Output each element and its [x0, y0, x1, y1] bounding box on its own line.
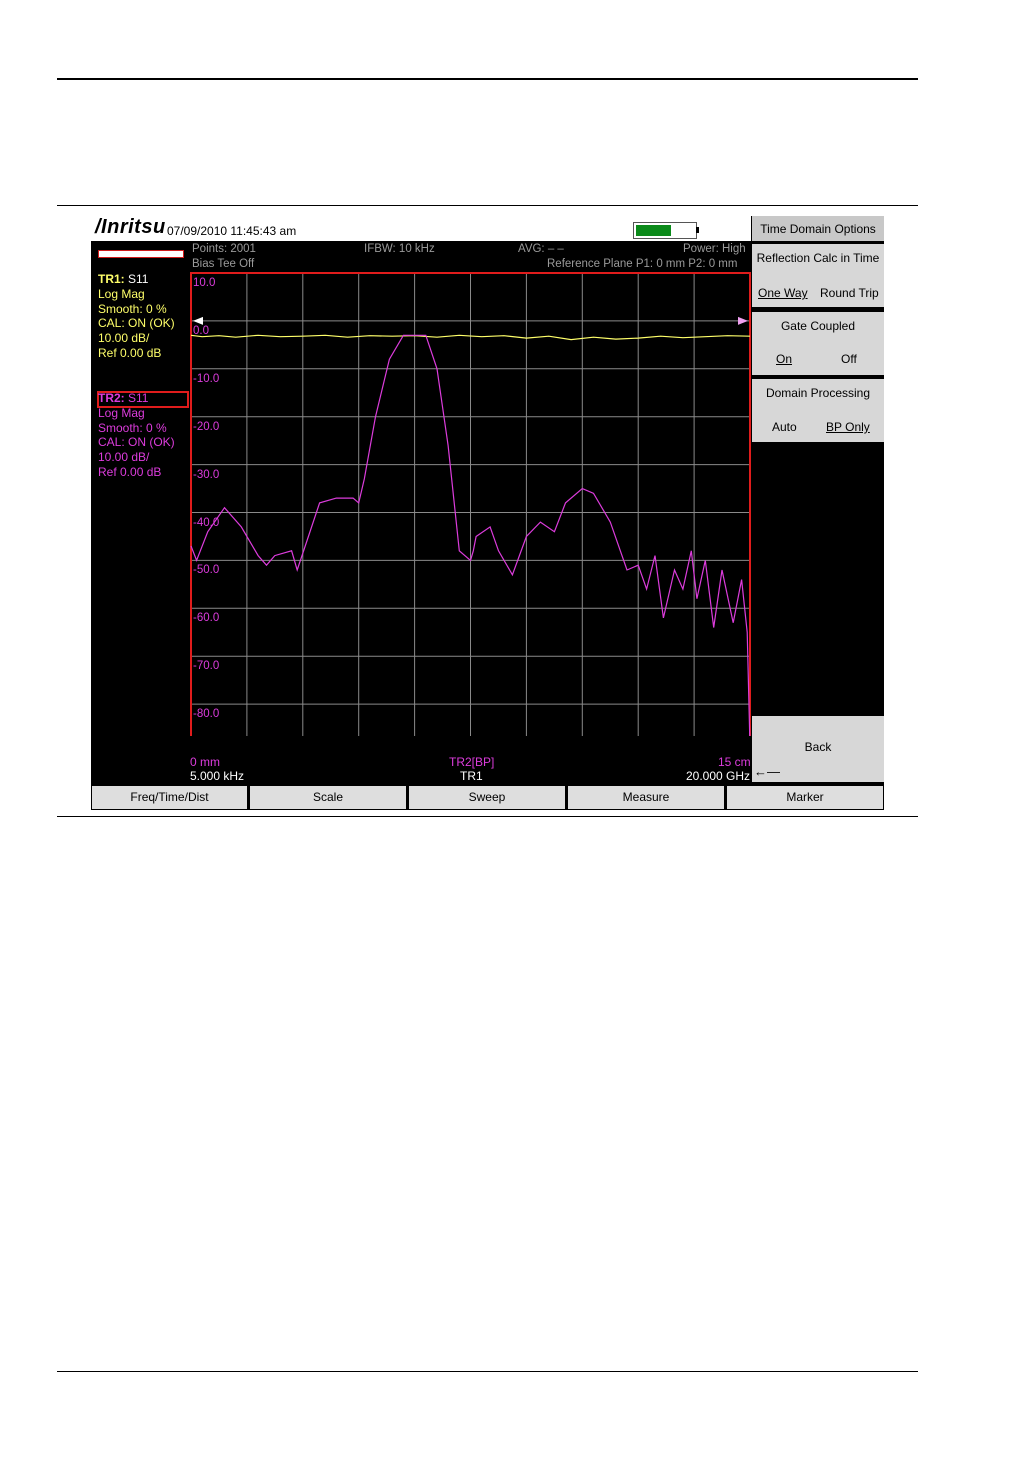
reflection-calc-softkey[interactable]: Reflection Calc in Time One Way Round Tr…	[752, 244, 884, 307]
graph-area[interactable]	[91, 216, 753, 736]
menu-title-text: Time Domain Options	[760, 222, 876, 236]
x-end-frequency: 20.000 GHz	[686, 769, 751, 783]
softkey-menu-title: Time Domain Options	[752, 216, 884, 241]
gate-coupled-softkey[interactable]: Gate Coupled On Off	[752, 312, 884, 375]
x-start-frequency: 5.000 kHz	[190, 769, 245, 783]
y-tick-label: -70.0	[193, 660, 220, 673]
domain-processing-softkey[interactable]: Domain Processing Auto BP Only	[752, 379, 884, 442]
y-tick-label: -20.0	[193, 420, 220, 433]
footer-rule	[57, 1371, 918, 1372]
figure-bottom-rule	[57, 816, 918, 817]
bottom-menu-bar: Freq/Time/Dist Scale Sweep Measure Marke…	[91, 785, 884, 810]
reflection-calc-title: Reflection Calc in Time	[756, 251, 880, 265]
instrument-screen: /Inritsu 07/09/2010 11:45:43 am Points: …	[91, 216, 884, 810]
gate-on-option[interactable]: On	[776, 352, 792, 366]
y-tick-label: -30.0	[193, 468, 220, 481]
y-tick-label: -80.0	[193, 708, 220, 721]
sweep-button[interactable]: Sweep	[409, 786, 565, 809]
gate-off-option[interactable]: Off	[841, 352, 857, 366]
x-center-label-tr1: TR1	[460, 769, 483, 783]
y-tick-label: -10.0	[193, 372, 220, 385]
x-start-distance: 0 mm	[190, 755, 220, 769]
softkey-panel: Time Domain Options Reflection Calc in T…	[752, 216, 884, 784]
x-end-distance: 15 cm	[718, 755, 751, 769]
reference-marker-right-icon	[738, 316, 748, 325]
y-tick-label: 0.0	[193, 324, 209, 337]
reference-marker-left-icon	[193, 316, 203, 325]
marker-button[interactable]: Marker	[727, 786, 883, 809]
freq-time-dist-button[interactable]: Freq/Time/Dist	[92, 786, 247, 809]
header-rule	[57, 78, 918, 80]
auto-option[interactable]: Auto	[772, 420, 797, 434]
back-label: Back	[804, 740, 832, 754]
scale-button[interactable]: Scale	[250, 786, 406, 809]
y-tick-label: -60.0	[193, 612, 220, 625]
y-tick-label: -40.0	[193, 516, 220, 529]
bp-only-option[interactable]: BP Only	[826, 420, 870, 434]
x-center-label-tr2: TR2[BP]	[449, 755, 495, 769]
domain-processing-title: Domain Processing	[765, 386, 871, 400]
back-softkey[interactable]: Back ←—	[752, 716, 884, 782]
figure-top-rule	[57, 205, 918, 206]
gate-coupled-title: Gate Coupled	[780, 319, 856, 333]
one-way-option[interactable]: One Way	[758, 286, 808, 300]
back-arrow-icon: ←—	[754, 764, 780, 779]
y-tick-label: 10.0	[193, 277, 216, 289]
round-trip-option[interactable]: Round Trip	[820, 286, 879, 300]
y-tick-label: -50.0	[193, 564, 220, 577]
measure-button[interactable]: Measure	[568, 786, 724, 809]
